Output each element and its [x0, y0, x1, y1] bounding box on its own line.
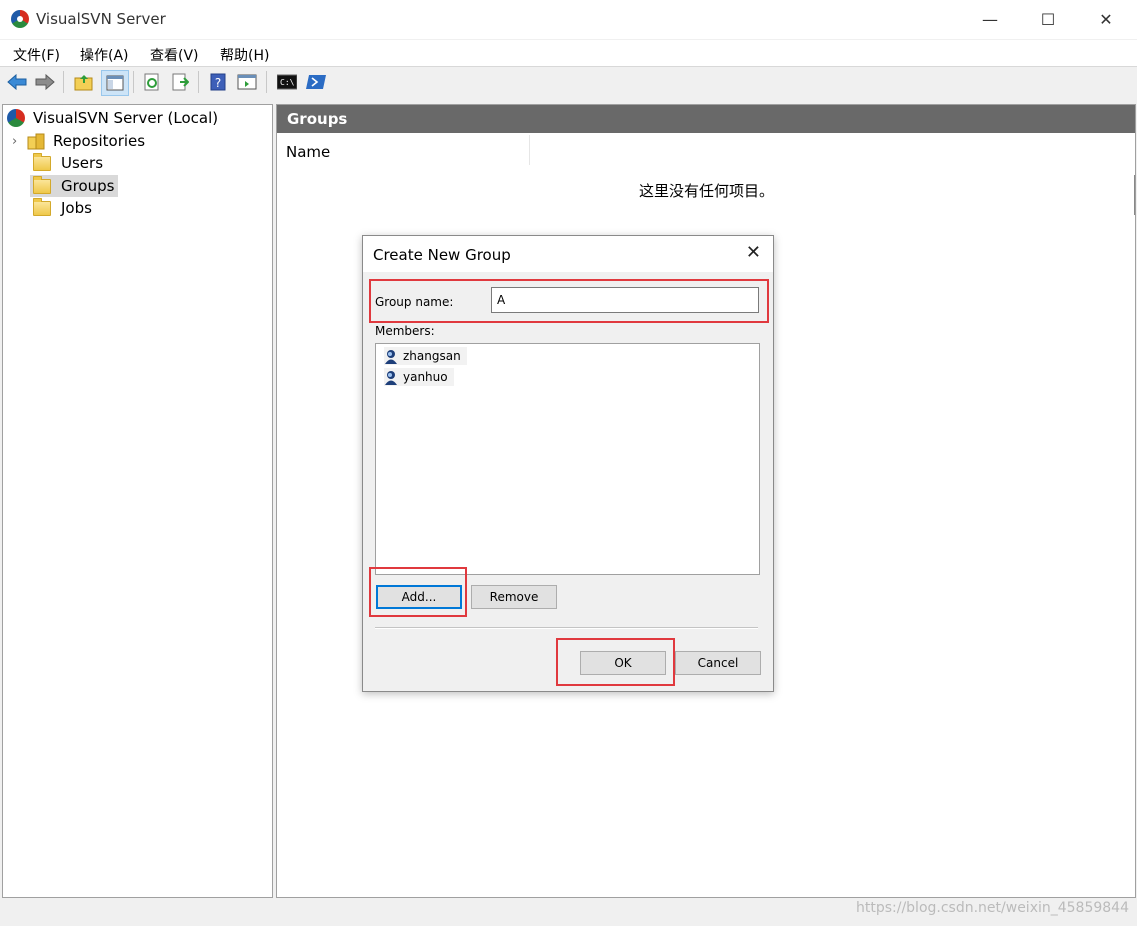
tree-root[interactable]: VisualSVN Server (Local) — [7, 107, 221, 129]
group-name-input[interactable]: A — [491, 287, 759, 313]
watermark-text: https://blog.csdn.net/weixin_45859844 — [855, 900, 1129, 916]
members-list[interactable]: zhangsan yanhuo — [375, 343, 760, 575]
menu-help[interactable]: 帮助(H) — [220, 45, 269, 65]
tree-item-label: Users — [61, 154, 104, 172]
divider — [375, 627, 758, 629]
minimize-button[interactable]: — — [961, 0, 1019, 39]
help-icon[interactable]: ? — [207, 71, 229, 93]
members-label: Members: — [375, 324, 435, 338]
maximize-button[interactable]: ☐ — [1019, 0, 1077, 39]
column-header-label: Name — [286, 143, 331, 161]
properties-icon[interactable] — [236, 71, 258, 93]
group-name-label: Group name: — [375, 295, 454, 309]
tree-item-label: Repositories — [53, 132, 146, 150]
list-item[interactable]: zhangsan — [384, 347, 467, 365]
menu-file[interactable]: 文件(F) — [13, 45, 60, 65]
menu-view[interactable]: 查看(V) — [150, 45, 199, 65]
cancel-button[interactable]: Cancel — [675, 651, 761, 675]
pane-header-title: Groups — [287, 110, 348, 128]
tree-item-jobs[interactable]: Jobs — [33, 197, 95, 219]
refresh-icon[interactable] — [141, 71, 163, 93]
dialog-title: Create New Group — [373, 246, 511, 264]
remove-button[interactable]: Remove — [471, 585, 557, 609]
svg-text:?: ? — [215, 76, 221, 90]
close-button[interactable]: ✕ — [1077, 0, 1135, 39]
group-name-value: A — [497, 293, 506, 307]
tree-pane: VisualSVN Server (Local) › Repositories … — [2, 104, 273, 898]
title-bar: VisualSVN Server — ☐ ✕ — [0, 0, 1137, 39]
visualsvn-server-icon — [7, 109, 25, 127]
toolbar: ? C:\ — [0, 67, 1137, 97]
create-group-dialog: Create New Group ✕ Group name: A Members… — [362, 235, 774, 692]
tree-item-users[interactable]: Users — [33, 152, 106, 174]
user-icon — [385, 349, 397, 364]
forward-arrow-icon[interactable] — [34, 71, 56, 93]
pane-header: Groups — [277, 105, 1135, 133]
tree-item-groups[interactable]: Groups — [30, 175, 119, 197]
tree-item-label: Groups — [61, 177, 115, 195]
powershell-icon[interactable] — [305, 71, 327, 93]
add-button[interactable]: Add... — [376, 585, 462, 609]
folder-icon — [33, 152, 51, 171]
menu-bar: 文件(F) 操作(A) 查看(V) 帮助(H) — [0, 40, 1137, 67]
folder-icon — [33, 175, 51, 194]
column-header-name[interactable]: Name — [277, 135, 530, 165]
tree-item-label: Jobs — [61, 199, 92, 217]
folder-icon — [33, 197, 51, 216]
visualsvn-logo-icon — [11, 10, 29, 28]
show-hide-tree-icon[interactable] — [101, 70, 129, 96]
export-list-icon[interactable] — [169, 71, 191, 93]
repositories-icon — [27, 133, 45, 150]
dialog-title-bar: Create New Group ✕ — [363, 236, 773, 272]
dialog-close-button[interactable]: ✕ — [746, 242, 761, 263]
empty-list-message: 这里没有任何项目。 — [639, 182, 775, 200]
tree-root-label: VisualSVN Server (Local) — [33, 109, 219, 127]
tree-item-repositories[interactable]: › Repositories — [12, 130, 148, 152]
command-prompt-icon[interactable]: C:\ — [276, 71, 298, 93]
member-name: zhangsan — [403, 349, 461, 363]
ok-button[interactable]: OK — [580, 651, 666, 675]
svg-text:C:\: C:\ — [280, 78, 295, 87]
list-item[interactable]: yanhuo — [384, 368, 454, 386]
member-name: yanhuo — [403, 370, 448, 384]
expand-chevron-icon[interactable]: › — [12, 134, 26, 149]
up-folder-icon[interactable] — [73, 71, 95, 93]
window-title: VisualSVN Server — [36, 10, 166, 28]
menu-action[interactable]: 操作(A) — [80, 45, 129, 65]
back-arrow-icon[interactable] — [6, 71, 28, 93]
user-icon — [385, 370, 397, 385]
